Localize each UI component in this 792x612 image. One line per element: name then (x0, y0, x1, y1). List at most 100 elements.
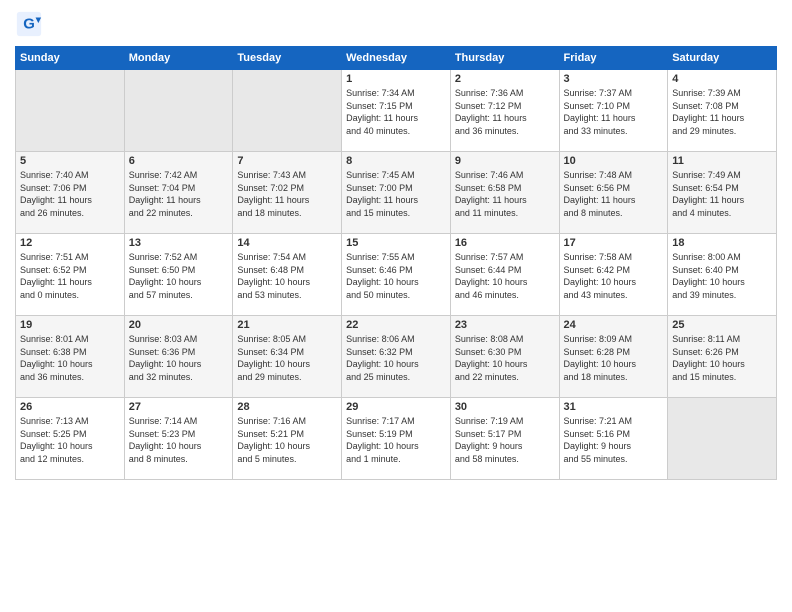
day-info: Sunrise: 7:21 AM Sunset: 5:16 PM Dayligh… (564, 415, 664, 465)
calendar-cell: 14 Sunrise: 7:54 AM Sunset: 6:48 PM Dayli… (233, 234, 342, 316)
day-info: Sunrise: 7:57 AM Sunset: 6:44 PM Dayligh… (455, 251, 555, 301)
calendar-cell: 7 Sunrise: 7:43 AM Sunset: 7:02 PM Daylig… (233, 152, 342, 234)
day-number: 29 (346, 401, 446, 413)
day-number: 8 (346, 155, 446, 167)
day-info: Sunrise: 7:17 AM Sunset: 5:19 PM Dayligh… (346, 415, 446, 465)
day-number: 22 (346, 319, 446, 331)
day-number: 11 (672, 155, 772, 167)
calendar-cell (124, 70, 233, 152)
weekday-header: Tuesday (233, 47, 342, 70)
day-info: Sunrise: 7:42 AM Sunset: 7:04 PM Dayligh… (129, 169, 229, 219)
calendar-cell: 6 Sunrise: 7:42 AM Sunset: 7:04 PM Daylig… (124, 152, 233, 234)
calendar-cell: 28Sunrise: 7:16 AM Sunset: 5:21 PM Dayli… (233, 398, 342, 480)
calendar-cell (16, 70, 125, 152)
day-info: Sunrise: 7:55 AM Sunset: 6:46 PM Dayligh… (346, 251, 446, 301)
day-info: Sunrise: 8:08 AM Sunset: 6:30 PM Dayligh… (455, 333, 555, 383)
calendar-header: SundayMondayTuesdayWednesdayThursdayFrid… (16, 47, 777, 70)
calendar-cell: 11 Sunrise: 7:49 AM Sunset: 6:54 PM Dayli… (668, 152, 777, 234)
day-info: Sunrise: 7:13 AM Sunset: 5:25 PM Dayligh… (20, 415, 120, 465)
day-number: 3 (564, 73, 664, 85)
day-info: Sunrise: 7:51 AM Sunset: 6:52 PM Dayligh… (20, 251, 120, 301)
weekday-header: Wednesday (342, 47, 451, 70)
day-number: 21 (237, 319, 337, 331)
day-number: 16 (455, 237, 555, 249)
calendar-cell: 23 Sunrise: 8:08 AM Sunset: 6:30 PM Dayli… (450, 316, 559, 398)
day-info: Sunrise: 8:01 AM Sunset: 6:38 PM Dayligh… (20, 333, 120, 383)
day-number: 19 (20, 319, 120, 331)
day-number: 17 (564, 237, 664, 249)
calendar-cell: 3Sunrise: 7:37 AM Sunset: 7:10 PM Daylig… (559, 70, 668, 152)
calendar-cell: 26 Sunrise: 7:13 AM Sunset: 5:25 PM Dayli… (16, 398, 125, 480)
day-info: Sunrise: 7:54 AM Sunset: 6:48 PM Dayligh… (237, 251, 337, 301)
day-number: 6 (129, 155, 229, 167)
calendar-cell: 15 Sunrise: 7:55 AM Sunset: 6:46 PM Dayli… (342, 234, 451, 316)
day-info: Sunrise: 7:36 AM Sunset: 7:12 PM Dayligh… (455, 87, 555, 137)
day-number: 27 (129, 401, 229, 413)
day-number: 13 (129, 237, 229, 249)
main-container: G SundayMondayTuesdayWednesdayThursdayFr… (0, 0, 792, 490)
day-info: Sunrise: 7:48 AM Sunset: 6:56 PM Dayligh… (564, 169, 664, 219)
calendar-cell: 16 Sunrise: 7:57 AM Sunset: 6:44 PM Dayli… (450, 234, 559, 316)
day-number: 5 (20, 155, 120, 167)
day-number: 18 (672, 237, 772, 249)
day-number: 26 (20, 401, 120, 413)
day-number: 12 (20, 237, 120, 249)
calendar-cell: 17 Sunrise: 7:58 AM Sunset: 6:42 PM Dayli… (559, 234, 668, 316)
calendar-week-row: 5 Sunrise: 7:40 AM Sunset: 7:06 PM Daylig… (16, 152, 777, 234)
day-number: 15 (346, 237, 446, 249)
day-number: 20 (129, 319, 229, 331)
day-number: 7 (237, 155, 337, 167)
calendar-cell: 8 Sunrise: 7:45 AM Sunset: 7:00 PM Daylig… (342, 152, 451, 234)
day-info: Sunrise: 7:45 AM Sunset: 7:00 PM Dayligh… (346, 169, 446, 219)
day-info: Sunrise: 8:03 AM Sunset: 6:36 PM Dayligh… (129, 333, 229, 383)
day-number: 25 (672, 319, 772, 331)
logo-icon: G (15, 10, 43, 38)
calendar-cell: 29 Sunrise: 7:17 AM Sunset: 5:19 PM Dayli… (342, 398, 451, 480)
weekday-header: Sunday (16, 47, 125, 70)
day-info: Sunrise: 8:06 AM Sunset: 6:32 PM Dayligh… (346, 333, 446, 383)
calendar-cell: 30Sunrise: 7:19 AM Sunset: 5:17 PM Dayli… (450, 398, 559, 480)
day-info: Sunrise: 8:09 AM Sunset: 6:28 PM Dayligh… (564, 333, 664, 383)
calendar-cell: 2Sunrise: 7:36 AM Sunset: 7:12 PM Daylig… (450, 70, 559, 152)
calendar-cell: 19 Sunrise: 8:01 AM Sunset: 6:38 PM Dayli… (16, 316, 125, 398)
day-number: 14 (237, 237, 337, 249)
calendar-cell: 1Sunrise: 7:34 AM Sunset: 7:15 PM Daylig… (342, 70, 451, 152)
calendar-week-row: 19 Sunrise: 8:01 AM Sunset: 6:38 PM Dayli… (16, 316, 777, 398)
calendar-cell (233, 70, 342, 152)
day-info: Sunrise: 8:00 AM Sunset: 6:40 PM Dayligh… (672, 251, 772, 301)
day-info: Sunrise: 7:39 AM Sunset: 7:08 PM Dayligh… (672, 87, 772, 137)
calendar-cell: 25 Sunrise: 8:11 AM Sunset: 6:26 PM Dayli… (668, 316, 777, 398)
calendar-week-row: 12 Sunrise: 7:51 AM Sunset: 6:52 PM Dayli… (16, 234, 777, 316)
day-number: 1 (346, 73, 446, 85)
weekday-header: Monday (124, 47, 233, 70)
day-info: Sunrise: 7:43 AM Sunset: 7:02 PM Dayligh… (237, 169, 337, 219)
day-number: 23 (455, 319, 555, 331)
calendar-cell: 22 Sunrise: 8:06 AM Sunset: 6:32 PM Dayli… (342, 316, 451, 398)
day-info: Sunrise: 7:40 AM Sunset: 7:06 PM Dayligh… (20, 169, 120, 219)
weekday-header: Saturday (668, 47, 777, 70)
weekday-header: Friday (559, 47, 668, 70)
calendar-cell: 18 Sunrise: 8:00 AM Sunset: 6:40 PM Dayli… (668, 234, 777, 316)
day-info: Sunrise: 8:11 AM Sunset: 6:26 PM Dayligh… (672, 333, 772, 383)
calendar-cell: 31 Sunrise: 7:21 AM Sunset: 5:16 PM Dayli… (559, 398, 668, 480)
calendar-cell: 5 Sunrise: 7:40 AM Sunset: 7:06 PM Daylig… (16, 152, 125, 234)
logo: G (15, 10, 47, 38)
day-number: 30 (455, 401, 555, 413)
day-info: Sunrise: 7:46 AM Sunset: 6:58 PM Dayligh… (455, 169, 555, 219)
calendar-week-row: 1Sunrise: 7:34 AM Sunset: 7:15 PM Daylig… (16, 70, 777, 152)
day-info: Sunrise: 7:49 AM Sunset: 6:54 PM Dayligh… (672, 169, 772, 219)
calendar-body: 1Sunrise: 7:34 AM Sunset: 7:15 PM Daylig… (16, 70, 777, 480)
calendar-cell: 4Sunrise: 7:39 AM Sunset: 7:08 PM Daylig… (668, 70, 777, 152)
calendar-cell (668, 398, 777, 480)
day-number: 31 (564, 401, 664, 413)
header: G (15, 10, 777, 38)
calendar-cell: 27Sunrise: 7:14 AM Sunset: 5:23 PM Dayli… (124, 398, 233, 480)
calendar-cell: 10 Sunrise: 7:48 AM Sunset: 6:56 PM Dayli… (559, 152, 668, 234)
calendar-cell: 21Sunrise: 8:05 AM Sunset: 6:34 PM Dayli… (233, 316, 342, 398)
day-number: 28 (237, 401, 337, 413)
day-info: Sunrise: 7:58 AM Sunset: 6:42 PM Dayligh… (564, 251, 664, 301)
day-number: 10 (564, 155, 664, 167)
svg-text:G: G (23, 16, 35, 33)
calendar-cell: 12 Sunrise: 7:51 AM Sunset: 6:52 PM Dayli… (16, 234, 125, 316)
calendar-cell: 9Sunrise: 7:46 AM Sunset: 6:58 PM Daylig… (450, 152, 559, 234)
